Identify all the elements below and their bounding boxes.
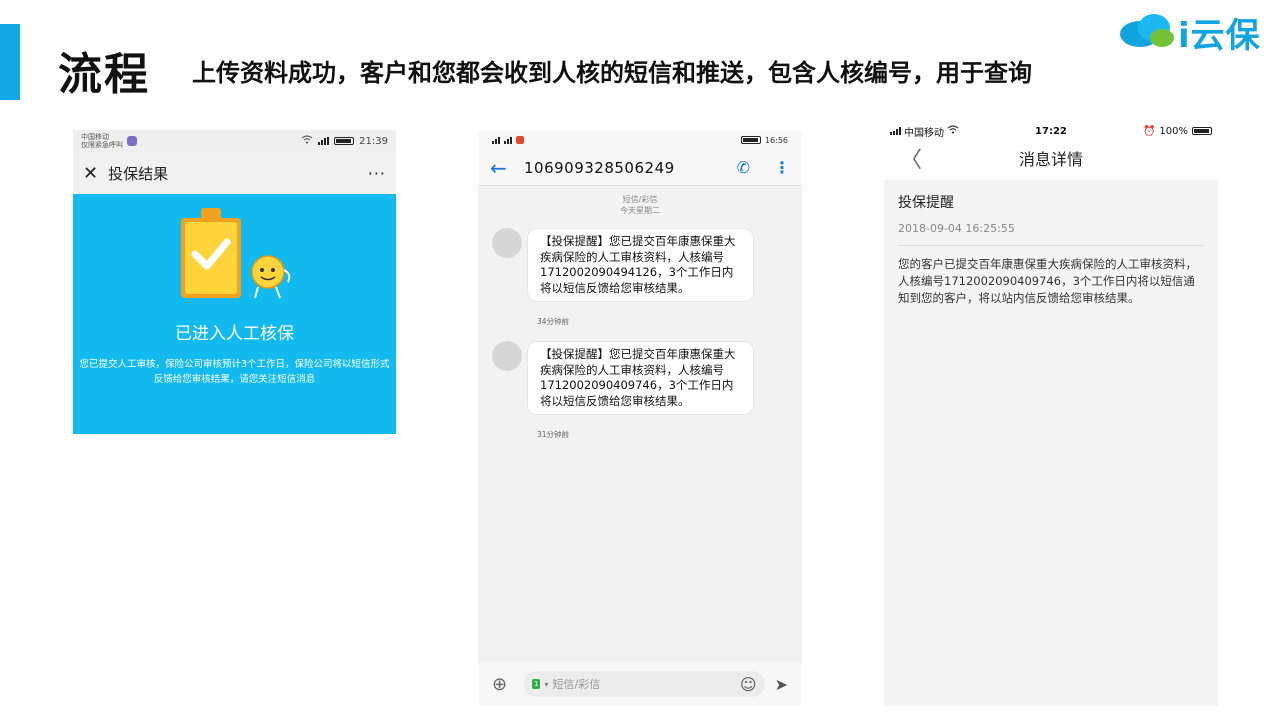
battery-icon [334,137,355,145]
wifi-icon [301,135,313,147]
phone-call-icon[interactable]: ✆ [737,158,750,177]
banner-title: 已进入人工核保 [175,324,294,344]
avatar [492,341,522,371]
add-attachment-icon[interactable]: ⊕ [492,674,514,695]
detail-title: 投保提醒 [898,195,954,211]
input-placeholder: 短信/彩信 [552,678,601,691]
message-composer: ⊕ 1 ▾ 短信/彩信 ☺ ➤ [478,663,802,705]
battery-icon [1191,127,1212,135]
message-bubble[interactable]: 【投保提醒】您已提交百年康惠保重大疾病保险的人工审核资料，人核编号1712002… [527,228,754,302]
emoji-icon[interactable]: ☺ [740,675,757,694]
message-time: 34分钟前 [537,317,570,326]
signal-icon [504,136,512,144]
phone-screen-policy-result: 中国移动 仅限紧急呼叫 21:39 ✕ 投保结果 ··· 已进入人工核保 您已提… [73,130,396,434]
brand-logo: i云保 [1118,6,1268,56]
status-bar: 中国移动 仅限紧急呼叫 21:39 [73,130,396,152]
alarm-icon: ⏰ [1142,125,1156,137]
phone-screen-sms: 16:56 ← 106909328506249 ✆ ⋮ 短信/彩信 今天星期二 … [478,130,802,705]
close-icon[interactable]: ✕ [83,163,98,184]
nav-bar: 〈 消息详情 [884,142,1218,174]
detail-date: 2018-09-04 16:25:55 [898,222,1204,246]
signal-icon [492,136,500,144]
slide-subtitle: 上传资料成功，客户和您都会收到人核的短信和推送，包含人核编号，用于查询 [192,59,1032,87]
slide: 流程 上传资料成功，客户和您都会收到人核的短信和推送，包含人核编号，用于查询 i… [0,0,1280,720]
sender-number: 106909328506249 [524,158,675,177]
more-options-icon[interactable]: ⋮ [774,158,790,177]
message-type-label: 短信/彩信 [622,195,658,204]
battery-icon [740,136,761,144]
more-options-icon[interactable]: ··· [368,164,386,183]
status-time: 17:22 [1035,125,1067,137]
nav-bar: ✕ 投保结果 ··· [73,152,396,194]
cloud-icon [1120,14,1174,47]
signal-icon [318,137,330,145]
accent-bar [0,24,20,100]
nav-bar: ← 106909328506249 ✆ ⋮ [478,150,802,186]
result-banner: 已进入人工核保 您已提交人工审核，保险公司审核预计3个工作日，保险公司将以短信形… [73,194,396,434]
status-bar: 中国移动 17:22 ⏰ 100% [884,118,1218,144]
avatar [492,228,522,258]
detail-body: 您的客户已提交百年康惠保重大疾病保险的人工审核资料，人核编号1712002090… [898,257,1197,305]
status-time: 21:39 [359,135,388,147]
slide-title: 流程 [58,49,150,100]
back-chevron-icon[interactable]: 〈 [900,142,922,174]
logo-text: i云保 [1178,16,1261,56]
thread-meta: 短信/彩信 今天星期二 [478,194,802,216]
battery-percent: 100% [1159,125,1188,137]
app-notification-icon [516,136,524,144]
thread-date: 今天星期二 [620,206,660,215]
carrier-note: 仅限紧急呼叫 [81,141,123,149]
clipboard-check-icon [181,208,241,298]
status-time: 16:56 [764,135,788,145]
wifi-icon [947,125,959,137]
message-input[interactable]: 1 ▾ 短信/彩信 ☺ [524,671,765,697]
banner-description: 您已提交人工审核，保险公司审核预计3个工作日，保险公司将以短信形式反馈给您审核结… [79,359,390,385]
sim-card-icon[interactable]: 1 [532,679,541,689]
signal-icon [890,127,901,135]
nav-title: 消息详情 [1018,150,1083,169]
send-icon[interactable]: ➤ [775,675,788,694]
message-bubble[interactable]: 【投保提醒】您已提交百年康惠保重大疾病保险的人工审核资料，人核编号1712002… [527,341,754,415]
status-bar: 16:56 [478,130,802,150]
carrier-name: 中国移动 [81,133,109,141]
nav-title: 投保结果 [108,164,169,183]
carrier-name: 中国移动 [904,127,944,139]
smiley-mascot-icon [251,255,291,299]
app-notification-icon [127,136,137,146]
phone-screen-message-detail: 中国移动 17:22 ⏰ 100% 〈 消息详情 投保提醒 2018-09-04… [884,118,1218,706]
message-time: 31分钟前 [537,430,570,439]
message-detail: 投保提醒 2018-09-04 16:25:55 您的客户已提交百年康惠保重大疾… [884,180,1218,706]
chevron-down-icon[interactable]: ▾ [544,680,548,689]
back-arrow-icon[interactable]: ← [490,156,524,180]
